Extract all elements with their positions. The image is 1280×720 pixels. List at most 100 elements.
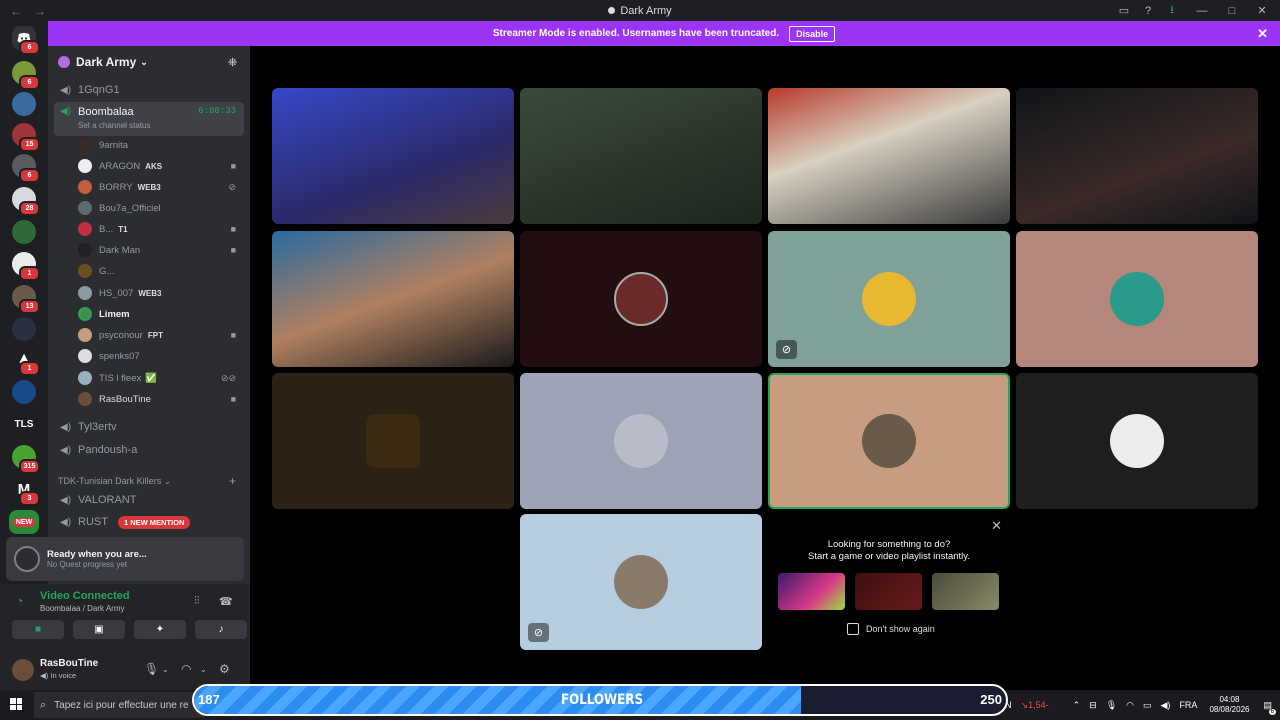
video-tile[interactable] xyxy=(520,88,762,224)
video-tile[interactable] xyxy=(272,88,514,224)
camera-button[interactable]: ■ xyxy=(12,620,64,639)
avatar xyxy=(78,138,92,152)
voice-user[interactable]: RasBouTine ■ xyxy=(78,389,242,409)
invite-icon[interactable]: ⁜ xyxy=(228,56,240,69)
voice-channel[interactable]: ◀) 1GqnG1 xyxy=(54,80,244,100)
server-icon[interactable]: 6 xyxy=(12,154,40,183)
inbox-icon[interactable]: ▭ xyxy=(1112,0,1136,21)
video-tile[interactable] xyxy=(1016,231,1258,367)
speaker-icon[interactable]: ◀) xyxy=(1161,700,1171,711)
voice-user[interactable]: psyconour FPT ■ xyxy=(78,325,242,345)
call-timer: 6:00:33 xyxy=(198,106,236,116)
server-icon[interactable]: M3 xyxy=(12,477,40,506)
taskbar-search-input[interactable]: ⌕ Tapez ici pour effectuer une re xyxy=(34,692,204,718)
video-tile[interactable] xyxy=(1016,88,1258,224)
voice-user[interactable]: G... xyxy=(78,261,242,281)
video-tile[interactable] xyxy=(1016,373,1258,509)
avatar xyxy=(78,328,92,342)
headphones-icon[interactable]: ◠ xyxy=(181,662,191,676)
notification-icon[interactable]: ▤ 6 xyxy=(1263,700,1276,715)
video-tile[interactable] xyxy=(520,373,762,509)
quest-card[interactable]: Ready when you are... No Quest progress y… xyxy=(6,537,244,581)
wifi-icon[interactable]: ◠ xyxy=(1126,700,1134,711)
server-icon[interactable] xyxy=(12,380,36,404)
server-icon[interactable] xyxy=(12,220,36,244)
voice-user[interactable]: spenks07 xyxy=(78,346,242,366)
minimize-button[interactable]: — xyxy=(1184,0,1220,21)
server-icon[interactable]: 1 xyxy=(12,252,40,281)
back-arrow-icon[interactable]: ← xyxy=(10,4,22,18)
voice-user[interactable]: B... T1 ■ xyxy=(78,219,242,239)
disconnect-icon[interactable]: ☎ xyxy=(219,595,233,608)
soundboard-button[interactable]: ♪ xyxy=(195,620,247,639)
settings-gear-icon[interactable]: ⚙ xyxy=(219,662,230,676)
windows-start-icon[interactable] xyxy=(10,698,22,710)
clock[interactable]: 04:08 08/08/2026 xyxy=(1209,695,1249,715)
video-tile[interactable]: ⊘ xyxy=(768,231,1010,367)
server-icon[interactable]: 28 xyxy=(12,187,40,216)
noise-suppression-icon[interactable]: ⫶⫶ xyxy=(194,595,200,608)
activity-card[interactable] xyxy=(932,573,999,610)
dont-show-label: Don't show again xyxy=(866,624,935,634)
server-icon[interactable]: 13 xyxy=(12,285,40,314)
voice-channel[interactable]: ◀) RUST 1 NEW MENTION xyxy=(54,512,244,532)
close-icon[interactable]: ✕ xyxy=(1257,26,1268,42)
voice-user[interactable]: BORRY WEB3 ⊘ xyxy=(78,177,242,197)
video-tile[interactable] xyxy=(520,231,762,367)
activity-card[interactable] xyxy=(855,573,922,610)
maximize-button[interactable]: □ xyxy=(1220,0,1244,21)
microphone-icon[interactable]: 🎙 xyxy=(1106,700,1117,711)
voice-user[interactable]: Bou7a_Officiel xyxy=(78,198,242,218)
voice-user[interactable]: Dark Man ■ xyxy=(78,240,242,260)
voice-user[interactable]: 9arnita xyxy=(78,135,242,155)
voice-location[interactable]: Boombalaa / Dark Army xyxy=(40,604,124,613)
help-icon[interactable]: ? xyxy=(1136,0,1160,21)
add-channel-icon[interactable]: + xyxy=(229,474,236,488)
voice-channel[interactable]: ◀) VALORANT xyxy=(54,490,244,510)
voice-channel-active[interactable]: ◀) Boombalaa 6:00:33 Set a channel statu… xyxy=(54,102,244,136)
video-tile[interactable] xyxy=(768,88,1010,224)
server-icon[interactable]: 6 xyxy=(12,61,40,90)
voice-channel[interactable]: ◀) Pandoush-a xyxy=(54,440,244,460)
voice-user[interactable]: Limem xyxy=(78,304,242,324)
activities-button[interactable]: ✦ xyxy=(134,620,186,639)
new-badge[interactable]: NEW xyxy=(9,510,39,534)
voice-user[interactable]: TIS l fleex ✅ ⊘⊘ xyxy=(78,368,242,388)
server-icon-tls[interactable]: TLS xyxy=(12,412,36,436)
server-header[interactable]: Dark Army ⌄ ⁜ xyxy=(48,46,250,78)
server-icon[interactable]: ▲ 1 xyxy=(12,347,40,376)
voice-user[interactable]: HS_007 WEB3 xyxy=(78,283,242,303)
microphone-icon[interactable]: 🎙 xyxy=(144,662,159,676)
forward-arrow-icon[interactable]: → xyxy=(34,4,46,18)
channel-status[interactable]: Set a channel status xyxy=(78,121,151,130)
server-icon[interactable]: 15 xyxy=(12,123,40,152)
mention-badge[interactable]: 1 NEW MENTION xyxy=(117,515,191,529)
download-icon[interactable]: ⭳ xyxy=(1160,0,1184,21)
chevron-up-icon[interactable]: ⌃ xyxy=(1073,700,1081,711)
avatar[interactable] xyxy=(12,659,34,681)
server-icon[interactable]: 315 xyxy=(12,445,40,474)
speaker-icon: ◀) xyxy=(60,445,72,456)
server-icon[interactable] xyxy=(12,317,36,341)
server-icon[interactable] xyxy=(12,92,36,116)
video-tile[interactable] xyxy=(272,231,514,367)
camera-icon: ■ xyxy=(230,224,236,234)
language-indicator[interactable]: FRA xyxy=(1179,700,1197,710)
close-window-button[interactable]: ✕ xyxy=(1244,0,1280,21)
video-tile[interactable] xyxy=(272,373,514,509)
discord-home-icon[interactable]: 6 xyxy=(12,26,40,55)
close-icon[interactable]: ✕ xyxy=(991,518,1002,534)
screen-share-button[interactable]: ▣ xyxy=(73,620,125,639)
dont-show-checkbox[interactable] xyxy=(847,623,859,635)
category-header[interactable]: TDK-Tunisian Dark Killers ⌄ xyxy=(58,476,171,487)
video-tile[interactable]: ⊘ xyxy=(520,514,762,650)
chevron-down-icon[interactable]: ⌄ xyxy=(200,665,207,674)
disable-button[interactable]: Disable xyxy=(789,25,836,42)
voice-channel[interactable]: ◀) Tyl3ertv xyxy=(54,417,244,437)
chevron-down-icon[interactable]: ⌄ xyxy=(162,665,169,674)
voice-user[interactable]: ARAGON AKS ■ xyxy=(78,156,242,176)
activity-card[interactable] xyxy=(778,573,845,610)
network-icon[interactable]: ⊟ xyxy=(1089,700,1097,711)
display-icon[interactable]: ▭ xyxy=(1143,700,1152,711)
video-tile-speaking[interactable] xyxy=(768,373,1010,509)
